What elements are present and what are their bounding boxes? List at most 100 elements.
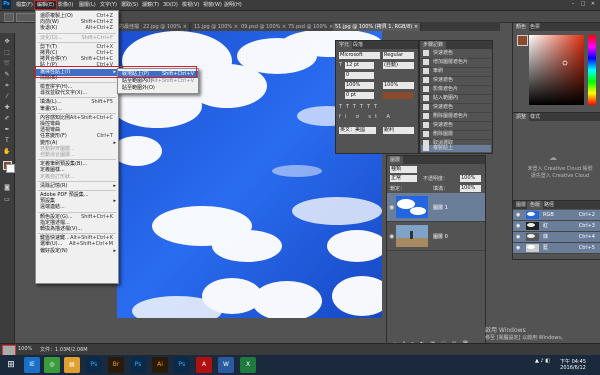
tab-history[interactable]: 步驟記錄 — [420, 41, 447, 49]
photoshop-taskbar-icon[interactable]: Ps — [130, 357, 146, 373]
text-color-swatch[interactable] — [383, 92, 413, 99]
history-item-selected[interactable]: 複製貼上 — [421, 145, 491, 152]
edit-menu-item[interactable]: 轉換為描述檔(V)... — [36, 226, 118, 233]
chrome-taskbar-icon[interactable]: ◎ — [44, 357, 60, 373]
brush-tool-icon[interactable]: ✐ — [2, 114, 12, 124]
quick-mask-icon[interactable]: ◙ — [2, 183, 12, 193]
visibility-eye-icon[interactable]: ◉ — [516, 212, 520, 218]
pen-tool-icon[interactable]: ✒ — [2, 125, 12, 135]
tab-styles[interactable]: 樣式 — [527, 113, 543, 121]
tool-preset-icon[interactable] — [4, 13, 14, 22]
language-select[interactable]: 英文：美國 — [339, 127, 376, 134]
visibility-eye-icon[interactable]: ◉ — [516, 245, 520, 251]
layer-row[interactable]: ◉ 圖層 0 — [387, 222, 485, 251]
minimize-icon[interactable]: – — [568, 0, 578, 9]
doc-tab[interactable]: 的最佳檔 — [117, 23, 143, 31]
font-style-field[interactable]: Regular — [383, 52, 414, 59]
menu-window[interactable]: 視窗(W) — [201, 1, 224, 9]
visibility-eye-icon[interactable]: ◉ — [516, 234, 520, 240]
excel-taskbar-icon[interactable]: X — [240, 357, 256, 373]
type-tool-icon[interactable]: T — [2, 136, 12, 146]
menu-layer[interactable]: 圖層(L) — [77, 1, 98, 9]
menu-3d[interactable]: 3D(D) — [161, 1, 180, 9]
tracking-field[interactable]: 0 — [345, 72, 374, 79]
tab-swatches[interactable]: 色票 — [527, 23, 543, 31]
baseline-shift-field[interactable]: 0 pt — [345, 92, 374, 99]
history-step-icon — [423, 86, 429, 92]
illustrator-taskbar-icon[interactable]: Ai — [152, 357, 168, 373]
photoshop-taskbar-icon[interactable]: Ps — [174, 357, 190, 373]
doc-tab-active[interactable]: 51.jpg @ 100% (拷貝 1, RGB/8) × — [333, 23, 422, 31]
submenu-item-paste-into[interactable]: 貼至範圍內(I) Alt+Shift+Ctrl+V — [118, 78, 198, 85]
quick-select-tool-icon[interactable]: ✎ — [2, 70, 12, 80]
vertical-scale-field[interactable]: 100% — [383, 82, 414, 89]
menu-file[interactable]: 檔案(F) — [14, 1, 35, 9]
menu-type[interactable]: 文字(Y) — [98, 1, 119, 9]
ie-taskbar-icon[interactable]: IE — [24, 357, 40, 373]
close-icon[interactable]: ✕ — [588, 0, 598, 9]
channel-row[interactable]: ◉ 藍 Ctrl+5 — [513, 243, 600, 254]
doc-tab[interactable]: 22.jpg @ 100% × — [141, 23, 190, 31]
menu-filter[interactable]: 濾鏡(T) — [140, 1, 161, 9]
faux-style-buttons[interactable]: TTTTTT — [339, 104, 415, 112]
hue-slider[interactable] — [588, 35, 596, 105]
background-color-swatch[interactable] — [6, 164, 15, 173]
edit-menu-item[interactable]: 後退(K) Alt+Ctrl+Z — [36, 25, 118, 32]
menu-help[interactable]: 說明(H) — [222, 1, 244, 9]
bridge-taskbar-icon[interactable]: Br — [108, 357, 124, 373]
visibility-eye-icon[interactable]: ◉ — [389, 204, 394, 211]
visibility-eye-icon[interactable]: ◉ — [516, 223, 520, 229]
channel-row[interactable]: ◉ 紅 Ctrl+3 — [513, 221, 600, 232]
color-fg-swatch[interactable] — [517, 35, 528, 46]
channel-row[interactable]: ◉ 綠 Ctrl+4 — [513, 232, 600, 243]
edit-menu-item[interactable]: 遠端連結... — [36, 204, 118, 211]
horizontal-scale-field[interactable]: 100% — [345, 82, 374, 89]
tab-paths[interactable]: 路徑 — [541, 201, 557, 209]
edit-menu-item[interactable]: 偏好設定(N) ▸ — [36, 248, 118, 255]
marquee-tool-icon[interactable]: ⬚ — [2, 48, 12, 58]
maximize-icon[interactable]: □ — [578, 0, 588, 9]
menu-image[interactable]: 影像(I) — [56, 1, 75, 9]
leading-field[interactable]: (自動) — [383, 62, 414, 69]
menu-view[interactable]: 檢視(V) — [180, 1, 201, 9]
doc-tab[interactable]: 09.psd @ 100% × — [239, 23, 290, 31]
edit-menu-item[interactable]: 尋找並取代文字(X)... — [36, 90, 118, 97]
tab-layers[interactable]: 圖層 — [387, 156, 404, 164]
crop-tool-icon[interactable]: ⌗ — [2, 81, 12, 91]
channel-row[interactable]: ◉ RGB Ctrl+2 — [513, 210, 600, 221]
screen-mode-icon[interactable]: ▭ — [2, 195, 12, 205]
zoom-level[interactable]: 100% — [18, 346, 32, 352]
layer-row[interactable]: ◉ 圖層 1 — [387, 193, 485, 222]
move-tool-icon[interactable]: ✥ — [2, 37, 12, 47]
visibility-eye-icon[interactable]: ◉ — [389, 233, 394, 240]
photoshop-taskbar-icon[interactable]: Ps — [86, 357, 102, 373]
font-size-field[interactable]: 12 pt — [345, 62, 374, 69]
explorer-taskbar-icon[interactable]: ▤ — [64, 357, 80, 373]
hand-tool-icon[interactable]: ✋ — [2, 147, 12, 157]
lasso-tool-icon[interactable]: ➰ — [2, 59, 12, 69]
eyedropper-tool-icon[interactable]: ⁄ — [2, 92, 12, 102]
fill-field[interactable]: 100% — [460, 185, 481, 192]
system-tray-icons[interactable]: ▲ ♪ ◧ — [535, 358, 550, 364]
opentype-buttons[interactable]: fi ơ st A — [339, 114, 415, 122]
windows-start-icon[interactable]: ⊞ — [3, 357, 19, 373]
menu-edit[interactable]: 編輯(E) — [33, 0, 58, 10]
menu-select[interactable]: 選取(S) — [119, 1, 140, 9]
antialias-select[interactable]: 銳利 — [383, 127, 414, 134]
doc-tab[interactable]: 75.psd @ 100% × — [286, 23, 337, 31]
doc-tab[interactable]: 11.jpg @ 100% × — [192, 23, 241, 31]
word-taskbar-icon[interactable]: W — [218, 357, 234, 373]
color-picker-field[interactable] — [529, 35, 584, 105]
edit-menu-item[interactable]: 筆畫(S)... — [36, 106, 118, 113]
blend-mode-select[interactable]: 正常 — [390, 175, 417, 182]
taskbar-clock[interactable]: 下午 04:45 2016/6/12 — [560, 358, 586, 371]
layer-kind-filter[interactable]: 種類 — [390, 166, 417, 173]
edit-menu-item[interactable]: 清除記憶(R) ▸ — [36, 183, 118, 190]
tab-paragraph[interactable]: 段落 — [350, 41, 366, 49]
font-family-field[interactable]: Microsoft JhengHei — [339, 52, 380, 59]
opacity-field[interactable]: 100% — [460, 175, 481, 182]
healing-brush-tool-icon[interactable]: ✚ — [2, 103, 12, 113]
acrobat-taskbar-icon[interactable]: A — [196, 357, 212, 373]
submenu-item-paste-outside[interactable]: 貼至範圍外(O) — [118, 85, 198, 92]
document-tab-bar: 的最佳檔 22.jpg @ 100% × 11.jpg @ 100% × 09.… — [117, 22, 500, 31]
